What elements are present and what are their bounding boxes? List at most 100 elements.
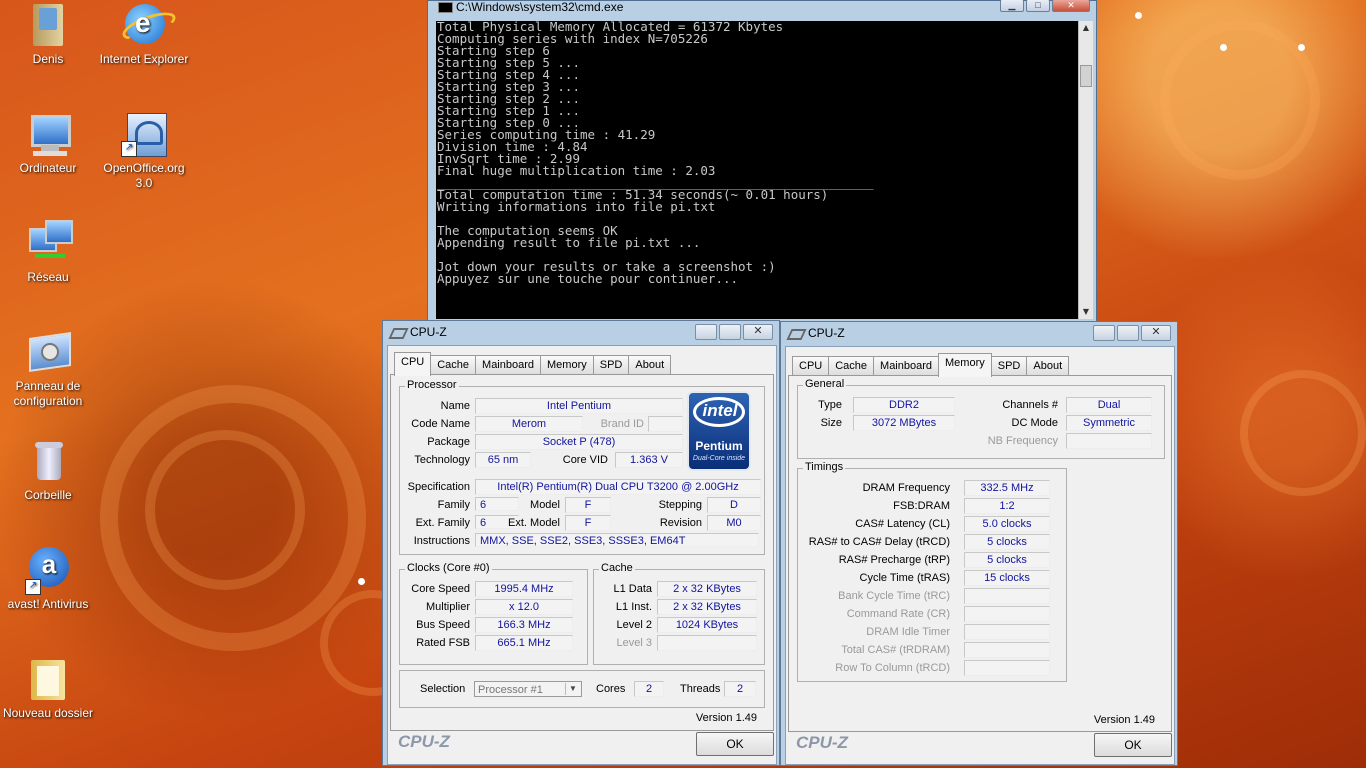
desktop-icon-corbeille[interactable]: Corbeille	[0, 438, 96, 503]
channels-label: Channels #	[1002, 399, 1058, 411]
cpuz-title-bar[interactable]: CPU-Z ✕	[781, 322, 1177, 344]
timing-value: 15 clocks	[964, 570, 1050, 586]
l1inst-label: L1 Inst.	[615, 601, 652, 613]
ok-button[interactable]: OK	[1094, 733, 1172, 757]
desktop-icon-avast[interactable]: a ↗ avast! Antivirus	[0, 547, 96, 612]
computer-icon	[25, 111, 71, 157]
logo-sub: Dual-Core inside	[692, 455, 746, 462]
stepping-label: Stepping	[658, 499, 702, 511]
selection-group: Selection Processor #1 ▼ Cores 2 Threads…	[399, 670, 765, 708]
close-button[interactable]: ✕	[1141, 325, 1171, 341]
console-line: Writing informations into file pi.txt	[437, 199, 716, 214]
dcmode-value: Symmetric	[1066, 415, 1152, 431]
tab-spd[interactable]: SPD	[592, 355, 630, 375]
logo-product: Pentium	[695, 439, 743, 453]
technology-value: 65 nm	[475, 452, 531, 468]
maximize-button[interactable]	[1117, 325, 1139, 341]
tab-mainboard[interactable]: Mainboard	[475, 355, 542, 375]
desktop-icon-openoffice[interactable]: ↗ OpenOffice.org 3.0	[96, 111, 192, 191]
name-label: Name	[440, 400, 470, 412]
tab-cache[interactable]: Cache	[828, 356, 875, 376]
recycle-bin-icon	[25, 438, 71, 484]
package-label: Package	[427, 436, 470, 448]
window-title: CPU-Z	[808, 326, 845, 340]
timing-value	[964, 588, 1050, 604]
tab-cpu[interactable]: CPU	[792, 356, 830, 376]
processor-select[interactable]: Processor #1 ▼	[474, 681, 582, 697]
threads-label: Threads	[680, 683, 721, 695]
processor-group: Processor Name Intel Pentium Code Name M…	[399, 379, 765, 555]
extfamily-label: Ext. Family	[415, 517, 470, 529]
minimize-button[interactable]	[695, 324, 717, 340]
multiplier-label: Multiplier	[425, 601, 470, 613]
desktop-icon-label: Denis	[32, 52, 64, 66]
cmd-window[interactable]: C:\Windows\system32\cmd.exe ▁ □ ✕ Total …	[427, 0, 1097, 322]
window-title: CPU-Z	[410, 325, 447, 339]
console-line: Appuyez sur une touche pour continuer...	[437, 271, 739, 286]
timing-label: RAS# Precharge (tRP)	[838, 554, 950, 566]
cache-group: Cache L1 Data 2 x 32 KBytes L1 Inst. 2 x…	[593, 562, 765, 665]
dcmode-label: DC Mode	[1011, 417, 1058, 429]
vertical-scrollbar[interactable]: ▲ ▼	[1078, 21, 1093, 319]
l1data-label: L1 Data	[613, 583, 652, 595]
timing-value	[964, 624, 1050, 640]
cpuz-app-icon	[388, 328, 409, 339]
openoffice-icon: ↗	[121, 111, 167, 157]
level3-label: Level 3	[616, 637, 652, 649]
stepping-value: D	[707, 497, 761, 513]
close-button[interactable]: ✕	[1052, 0, 1090, 12]
group-title: Cache	[599, 562, 635, 574]
corevid-label: Core VID	[562, 454, 608, 466]
desktop-icon-denis[interactable]: Denis	[0, 2, 96, 67]
selection-label: Selection	[420, 683, 466, 695]
multiplier-value: x 12.0	[475, 599, 573, 615]
family-value: 6	[475, 497, 519, 511]
group-title: Processor	[405, 379, 459, 391]
instructions-label: Instructions	[413, 535, 470, 547]
tab-cpu[interactable]: CPU	[394, 352, 432, 376]
ok-button[interactable]: OK	[696, 732, 774, 756]
scroll-up-icon[interactable]: ▲	[1079, 21, 1093, 35]
close-button[interactable]: ✕	[743, 324, 773, 340]
cores-label: Cores	[596, 683, 626, 695]
model-value: F	[565, 497, 611, 513]
tab-memory[interactable]: Memory	[938, 353, 992, 377]
scroll-down-icon[interactable]: ▼	[1079, 305, 1093, 319]
cpuz-title-bar[interactable]: CPU-Z ✕	[383, 321, 779, 343]
desktop-icon-label: avast! Antivirus	[7, 597, 89, 611]
desktop-icon-nouveau-dossier[interactable]: Nouveau dossier	[0, 656, 96, 721]
cpuz-memory-window[interactable]: CPU-Z ✕ CPU Cache Mainboard Memory SPD A…	[780, 321, 1178, 766]
corespeed-label: Core Speed	[411, 583, 470, 595]
internet-explorer-icon: e	[119, 2, 179, 48]
logo-brand: intel	[702, 401, 738, 420]
revision-label: Revision	[659, 517, 702, 529]
tab-memory[interactable]: Memory	[540, 355, 594, 375]
level2-value: 1024 KBytes	[657, 617, 757, 633]
desktop-icon-internet-explorer[interactable]: e Internet Explorer	[96, 2, 192, 67]
chevron-down-icon: ▼	[565, 683, 580, 695]
timing-label: DRAM Frequency	[862, 482, 950, 494]
maximize-button[interactable]	[719, 324, 741, 340]
general-group: General Type DDR2 Size 3072 MBytes Chann…	[797, 378, 1165, 459]
desktop-icon-ordinateur[interactable]: Ordinateur	[0, 111, 96, 176]
extmodel-label: Ext. Model	[508, 517, 560, 529]
tab-cache[interactable]: Cache	[430, 355, 477, 375]
folder-icon	[25, 656, 71, 702]
cpuz-cpu-window[interactable]: CPU-Z ✕ CPU Cache Mainboard Memory SPD A…	[382, 320, 780, 766]
tab-mainboard[interactable]: Mainboard	[873, 356, 940, 376]
scroll-thumb[interactable]	[1080, 65, 1092, 87]
minimize-button[interactable]: ▁	[1000, 0, 1024, 12]
desktop-icon-panneau[interactable]: Panneau de configuration	[0, 329, 96, 409]
desktop-icon-reseau[interactable]: Réseau	[0, 220, 96, 285]
tab-about[interactable]: About	[1026, 356, 1070, 376]
timing-value	[964, 660, 1050, 676]
cmd-title-bar[interactable]: C:\Windows\system32\cmd.exe ▁ □ ✕	[428, 0, 1096, 14]
name-value: Intel Pentium	[475, 398, 683, 414]
maximize-button[interactable]: □	[1026, 0, 1050, 12]
tab-about[interactable]: About	[628, 355, 672, 375]
tab-spd[interactable]: SPD	[990, 356, 1028, 376]
minimize-button[interactable]	[1093, 325, 1115, 341]
console-output[interactable]: Total Physical Memory Allocated = 61372 …	[436, 21, 1080, 319]
l1data-value: 2 x 32 KBytes	[657, 581, 757, 597]
tab-strip: CPU Cache Mainboard Memory SPD About	[792, 353, 1070, 377]
